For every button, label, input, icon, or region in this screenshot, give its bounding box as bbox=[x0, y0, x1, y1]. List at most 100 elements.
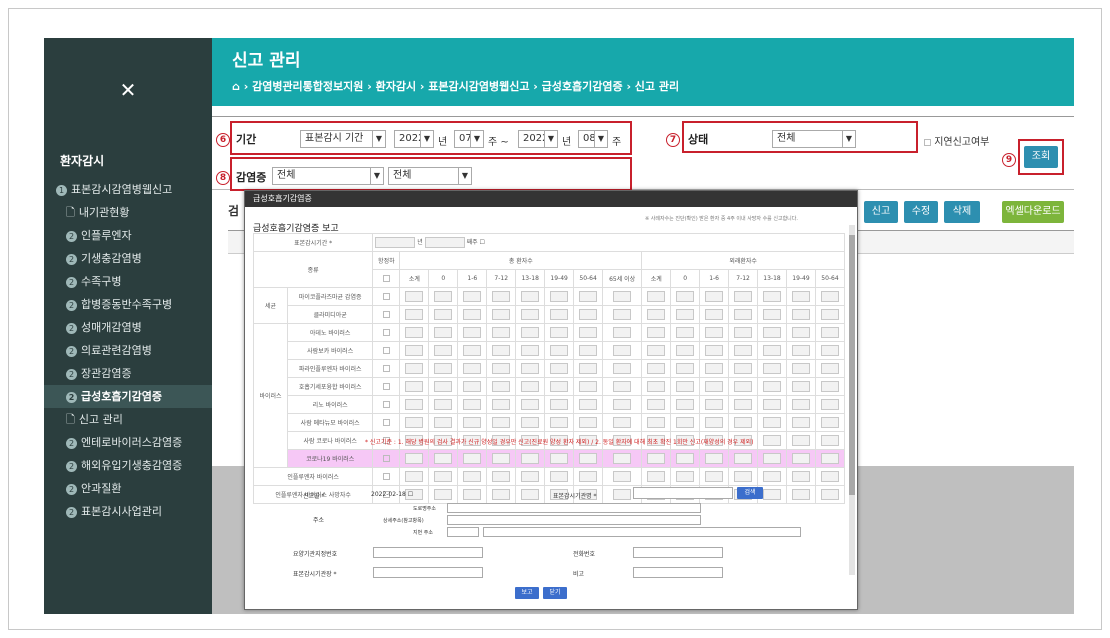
count-input[interactable] bbox=[734, 327, 753, 338]
delete-button[interactable]: 삭제 bbox=[944, 201, 980, 223]
count-input[interactable] bbox=[613, 471, 632, 482]
count-input[interactable] bbox=[734, 381, 753, 392]
count-input[interactable] bbox=[463, 453, 482, 464]
count-input[interactable] bbox=[820, 381, 839, 392]
count-input[interactable] bbox=[405, 291, 424, 302]
count-input[interactable] bbox=[705, 309, 724, 320]
count-input[interactable] bbox=[791, 435, 810, 446]
count-input[interactable] bbox=[791, 471, 810, 482]
count-input[interactable] bbox=[647, 453, 666, 464]
count-input[interactable] bbox=[550, 309, 569, 320]
count-input[interactable] bbox=[676, 309, 695, 320]
count-input[interactable] bbox=[791, 381, 810, 392]
count-input[interactable] bbox=[521, 453, 540, 464]
count-input[interactable] bbox=[734, 471, 753, 482]
count-input[interactable] bbox=[550, 381, 569, 392]
count-input[interactable] bbox=[579, 291, 598, 302]
count-input[interactable] bbox=[676, 345, 695, 356]
count-input[interactable] bbox=[463, 291, 482, 302]
count-input[interactable] bbox=[734, 399, 753, 410]
count-input[interactable] bbox=[791, 327, 810, 338]
count-input[interactable] bbox=[405, 471, 424, 482]
count-input[interactable] bbox=[705, 399, 724, 410]
count-input[interactable] bbox=[676, 399, 695, 410]
count-input[interactable] bbox=[676, 327, 695, 338]
checkbox-icon[interactable] bbox=[382, 347, 390, 354]
count-input[interactable] bbox=[405, 417, 424, 428]
count-input[interactable] bbox=[521, 345, 540, 356]
count-input[interactable] bbox=[820, 363, 839, 374]
count-input[interactable] bbox=[550, 291, 569, 302]
count-input[interactable] bbox=[434, 399, 453, 410]
count-input[interactable] bbox=[613, 399, 632, 410]
count-input[interactable] bbox=[613, 291, 632, 302]
count-input[interactable] bbox=[434, 417, 453, 428]
count-input[interactable] bbox=[676, 363, 695, 374]
period-year-input[interactable] bbox=[375, 237, 416, 248]
count-input[interactable] bbox=[492, 327, 511, 338]
count-input[interactable] bbox=[463, 399, 482, 410]
count-input[interactable] bbox=[492, 309, 511, 320]
count-input[interactable] bbox=[521, 381, 540, 392]
count-input[interactable] bbox=[492, 471, 511, 482]
count-input[interactable] bbox=[734, 345, 753, 356]
phone-input[interactable] bbox=[633, 547, 723, 558]
count-input[interactable] bbox=[791, 291, 810, 302]
count-input[interactable] bbox=[579, 471, 598, 482]
count-input[interactable] bbox=[492, 363, 511, 374]
detail-address-input[interactable] bbox=[447, 515, 701, 525]
count-input[interactable] bbox=[613, 453, 632, 464]
count-input[interactable] bbox=[434, 327, 453, 338]
count-input[interactable] bbox=[613, 309, 632, 320]
road-address-input[interactable] bbox=[447, 503, 701, 513]
count-input[interactable] bbox=[763, 471, 782, 482]
count-input[interactable] bbox=[550, 399, 569, 410]
count-input[interactable] bbox=[647, 399, 666, 410]
institution-input[interactable] bbox=[633, 487, 733, 499]
count-input[interactable] bbox=[521, 399, 540, 410]
count-input[interactable] bbox=[820, 309, 839, 320]
count-input[interactable] bbox=[434, 309, 453, 320]
count-input[interactable] bbox=[763, 345, 782, 356]
count-input[interactable] bbox=[521, 309, 540, 320]
count-input[interactable] bbox=[463, 345, 482, 356]
count-input[interactable] bbox=[463, 471, 482, 482]
status-select[interactable]: 전체 bbox=[772, 130, 856, 148]
checkbox-icon[interactable] bbox=[924, 138, 931, 146]
count-input[interactable] bbox=[791, 309, 810, 320]
close-modal-button[interactable]: 닫기 bbox=[543, 587, 567, 599]
count-input[interactable] bbox=[763, 453, 782, 464]
checkbox-icon[interactable] bbox=[382, 365, 390, 372]
sidebar-item[interactable]: 2 합병증동반수족구병 bbox=[44, 293, 212, 316]
count-input[interactable] bbox=[579, 363, 598, 374]
count-input[interactable] bbox=[820, 327, 839, 338]
count-input[interactable] bbox=[405, 453, 424, 464]
count-input[interactable] bbox=[647, 471, 666, 482]
count-input[interactable] bbox=[676, 453, 695, 464]
modal-scrollbar[interactable] bbox=[849, 225, 855, 575]
count-input[interactable] bbox=[705, 345, 724, 356]
checkbox-icon[interactable] bbox=[382, 401, 390, 408]
count-input[interactable] bbox=[579, 417, 598, 428]
count-input[interactable] bbox=[550, 417, 569, 428]
count-input[interactable] bbox=[492, 381, 511, 392]
infection-type-select[interactable]: 전체 bbox=[388, 167, 472, 185]
count-input[interactable] bbox=[579, 345, 598, 356]
count-input[interactable] bbox=[613, 345, 632, 356]
count-input[interactable] bbox=[405, 399, 424, 410]
count-input[interactable] bbox=[492, 453, 511, 464]
sidebar-item[interactable]: 🗋 내기관현황 bbox=[44, 201, 212, 224]
count-input[interactable] bbox=[705, 327, 724, 338]
count-input[interactable] bbox=[521, 327, 540, 338]
count-input[interactable] bbox=[705, 417, 724, 428]
count-input[interactable] bbox=[820, 345, 839, 356]
count-input[interactable] bbox=[734, 453, 753, 464]
year-start-select[interactable]: 2022 bbox=[394, 130, 434, 148]
week-end-select[interactable]: 08 bbox=[578, 130, 608, 148]
sidebar-item[interactable]: 2 급성호흡기감염증 bbox=[44, 385, 212, 408]
report-date-value[interactable]: 2022-02-18 ☐ bbox=[371, 491, 413, 498]
checkbox-icon[interactable] bbox=[382, 275, 390, 282]
count-input[interactable] bbox=[820, 453, 839, 464]
count-input[interactable] bbox=[647, 291, 666, 302]
sidebar-item[interactable]: 2 성매개감염병 bbox=[44, 316, 212, 339]
